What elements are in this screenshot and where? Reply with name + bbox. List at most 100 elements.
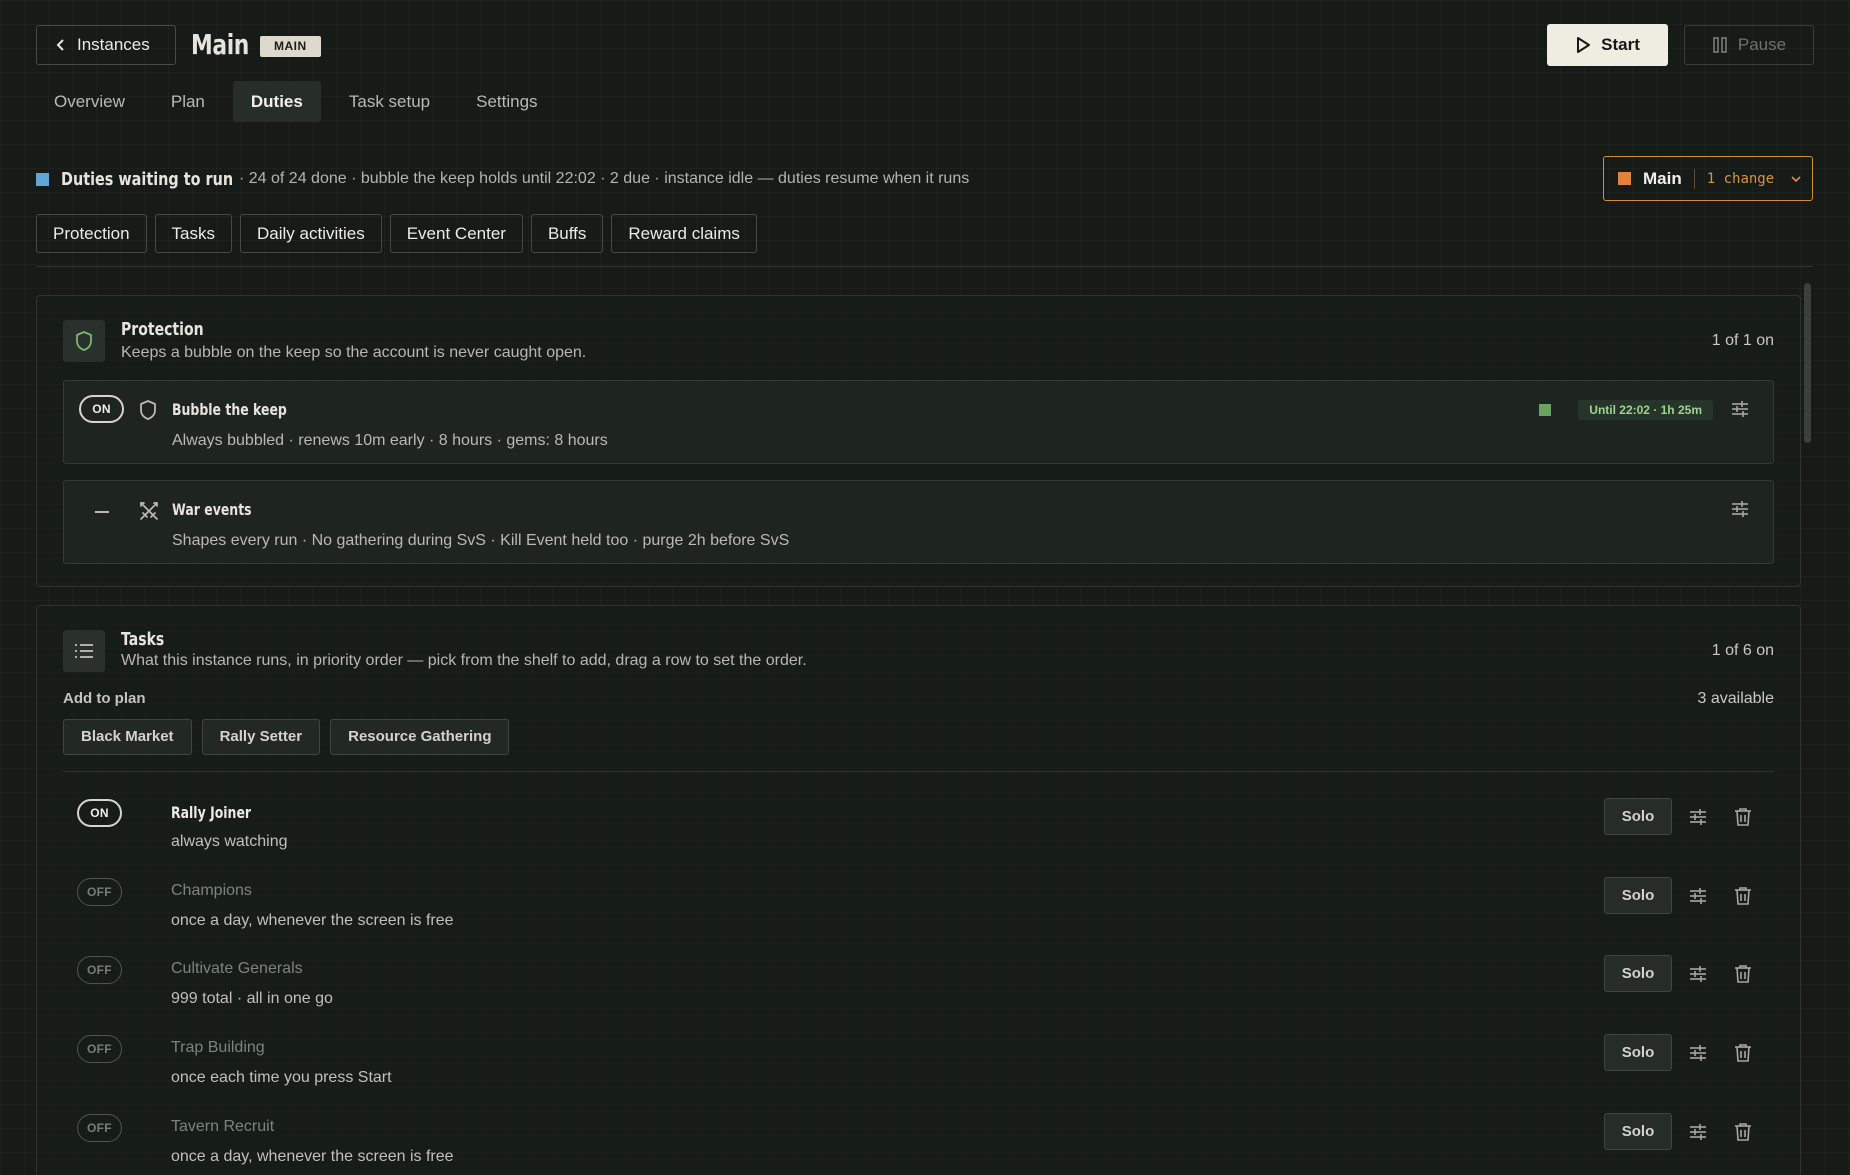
active-indicator xyxy=(1539,404,1551,416)
available-count: 3 available xyxy=(1697,690,1775,707)
task-name: Trap Building xyxy=(171,1039,265,1056)
pause-button[interactable]: Pause xyxy=(1684,25,1814,65)
sliders-icon[interactable] xyxy=(1731,400,1749,418)
task-name: Cultivate Generals xyxy=(171,960,303,977)
pending-changes: 1 change xyxy=(1706,170,1775,187)
filter-buffs[interactable]: Buffs xyxy=(530,214,604,253)
status-detail: · 24 of 24 done · bubble the keep holds … xyxy=(239,170,970,187)
tasks-card: Tasks What this instance runs, in priori… xyxy=(36,605,1801,1175)
duties-status: Duties waiting to run · 24 of 24 done · … xyxy=(36,165,969,193)
sliders-icon[interactable] xyxy=(1689,1123,1707,1141)
duty-description: Always bubbled · renews 10m early · 8 ho… xyxy=(172,432,608,449)
crossed-swords-icon xyxy=(138,500,160,522)
duty-bubble-the-keep[interactable]: ON Bubble the keep Always bubbled · rene… xyxy=(63,380,1774,464)
task-toggle[interactable]: OFF xyxy=(77,878,122,906)
duty-toggle-indeterminate[interactable] xyxy=(95,511,109,513)
tasks-title: Tasks xyxy=(121,629,165,650)
shelf-resource-gathering[interactable]: Resource Gathering xyxy=(330,719,510,755)
sliders-icon[interactable] xyxy=(1731,500,1749,518)
protection-subtitle: Keeps a bubble on the keep so the accoun… xyxy=(121,344,587,361)
solo-button[interactable]: Solo xyxy=(1604,877,1672,914)
tab-overview[interactable]: Overview xyxy=(36,81,143,122)
duty-name: War events xyxy=(172,500,252,519)
status-title: Duties waiting to run xyxy=(61,168,234,190)
trash-icon[interactable] xyxy=(1734,1122,1752,1142)
list-icon xyxy=(63,630,105,672)
protection-title: Protection xyxy=(121,319,204,340)
task-description: once each time you press Start xyxy=(171,1069,392,1086)
tasks-subtitle: What this instance runs, in priority ord… xyxy=(121,652,807,669)
solo-button[interactable]: Solo xyxy=(1604,1034,1672,1071)
task-toggle[interactable]: OFF xyxy=(77,956,122,984)
duty-name: Bubble the keep xyxy=(172,400,287,419)
back-label: Instances xyxy=(77,35,150,54)
shelf-rally-setter[interactable]: Rally Setter xyxy=(201,719,321,755)
task-row-tavern-recruit[interactable]: OFF Tavern Recruit once a day, whenever … xyxy=(63,1113,1774,1175)
task-toggle[interactable]: ON xyxy=(77,799,122,827)
shelf-black-market[interactable]: Black Market xyxy=(63,719,192,755)
task-description: 999 total · all in one go xyxy=(171,990,333,1007)
task-row-champions[interactable]: OFF Champions once a day, whenever the s… xyxy=(63,877,1774,950)
instance-badge: MAIN xyxy=(260,36,321,57)
profile-color-swatch xyxy=(1618,172,1631,185)
filter-event-center[interactable]: Event Center xyxy=(389,214,523,253)
solo-button[interactable]: Solo xyxy=(1604,798,1672,835)
pause-icon xyxy=(1712,36,1728,54)
profile-selector[interactable]: Main 1 change xyxy=(1603,156,1813,201)
filter-reward-claims[interactable]: Reward claims xyxy=(611,214,757,253)
protection-card: Protection Keeps a bubble on the keep so… xyxy=(36,295,1801,587)
profile-name: Main xyxy=(1643,168,1682,188)
task-row-cultivate-generals[interactable]: OFF Cultivate Generals 999 total · all i… xyxy=(63,955,1774,1028)
tab-bar: Overview Plan Duties Task setup Settings xyxy=(36,81,566,122)
tasks-count: 1 of 6 on xyxy=(1711,642,1774,659)
trash-icon[interactable] xyxy=(1734,964,1752,984)
bubble-until-badge: Until 22:02 · 1h 25m xyxy=(1578,400,1713,420)
chevron-left-icon xyxy=(55,38,67,52)
play-icon xyxy=(1575,36,1591,54)
page-title: Main xyxy=(191,28,249,61)
filter-daily-activities[interactable]: Daily activities xyxy=(240,214,382,253)
duties-page: Instances Main MAIN Start Pause Overview… xyxy=(0,0,1850,1175)
task-description: once a day, whenever the screen is free xyxy=(171,912,454,929)
sliders-icon[interactable] xyxy=(1689,887,1707,905)
add-to-plan-label: Add to plan xyxy=(63,690,146,707)
protection-count: 1 of 1 on xyxy=(1711,332,1774,349)
task-name: Champions xyxy=(171,882,252,899)
shelf-divider xyxy=(63,771,1774,772)
sliders-icon[interactable] xyxy=(1689,965,1707,983)
duty-toggle[interactable]: ON xyxy=(79,395,124,423)
solo-button[interactable]: Solo xyxy=(1604,1113,1672,1150)
task-toggle[interactable]: OFF xyxy=(77,1114,122,1142)
trash-icon[interactable] xyxy=(1734,886,1752,906)
section-filters: Protection Tasks Daily activities Event … xyxy=(36,214,757,253)
duty-war-events[interactable]: — War events Shapes every run · No gathe… xyxy=(63,480,1774,564)
sliders-icon[interactable] xyxy=(1689,808,1707,826)
solo-button[interactable]: Solo xyxy=(1604,955,1672,992)
filter-protection[interactable]: Protection xyxy=(36,214,147,253)
pause-label: Pause xyxy=(1737,35,1787,54)
task-row-trap-building[interactable]: OFF Trap Building once each time you pre… xyxy=(63,1034,1774,1107)
chevron-down-icon xyxy=(1790,174,1802,184)
tab-task-setup[interactable]: Task setup xyxy=(331,81,448,122)
task-name: Rally Joiner xyxy=(171,803,252,822)
task-description: once a day, whenever the screen is free xyxy=(171,1148,454,1165)
protection-shield-icon xyxy=(63,320,105,362)
tab-settings[interactable]: Settings xyxy=(458,81,555,122)
start-label: Start xyxy=(1601,35,1640,54)
sliders-icon[interactable] xyxy=(1689,1044,1707,1062)
task-description: always watching xyxy=(171,833,288,850)
page-header: Instances Main MAIN Start Pause xyxy=(36,24,1814,66)
profile-separator xyxy=(1693,168,1695,189)
trash-icon[interactable] xyxy=(1734,1043,1752,1063)
task-toggle[interactable]: OFF xyxy=(77,1035,122,1063)
start-button[interactable]: Start xyxy=(1547,24,1668,66)
tab-duties[interactable]: Duties xyxy=(232,81,321,122)
back-to-instances-button[interactable]: Instances xyxy=(36,25,176,65)
trash-icon[interactable] xyxy=(1734,807,1752,827)
filters-divider xyxy=(36,266,1813,267)
task-row-rally-joiner[interactable]: ON Rally Joiner always watching Solo xyxy=(63,798,1774,871)
scrollbar-thumb[interactable] xyxy=(1804,283,1811,443)
filter-tasks[interactable]: Tasks xyxy=(154,214,233,253)
status-indicator xyxy=(36,172,49,186)
tab-plan[interactable]: Plan xyxy=(153,81,223,122)
